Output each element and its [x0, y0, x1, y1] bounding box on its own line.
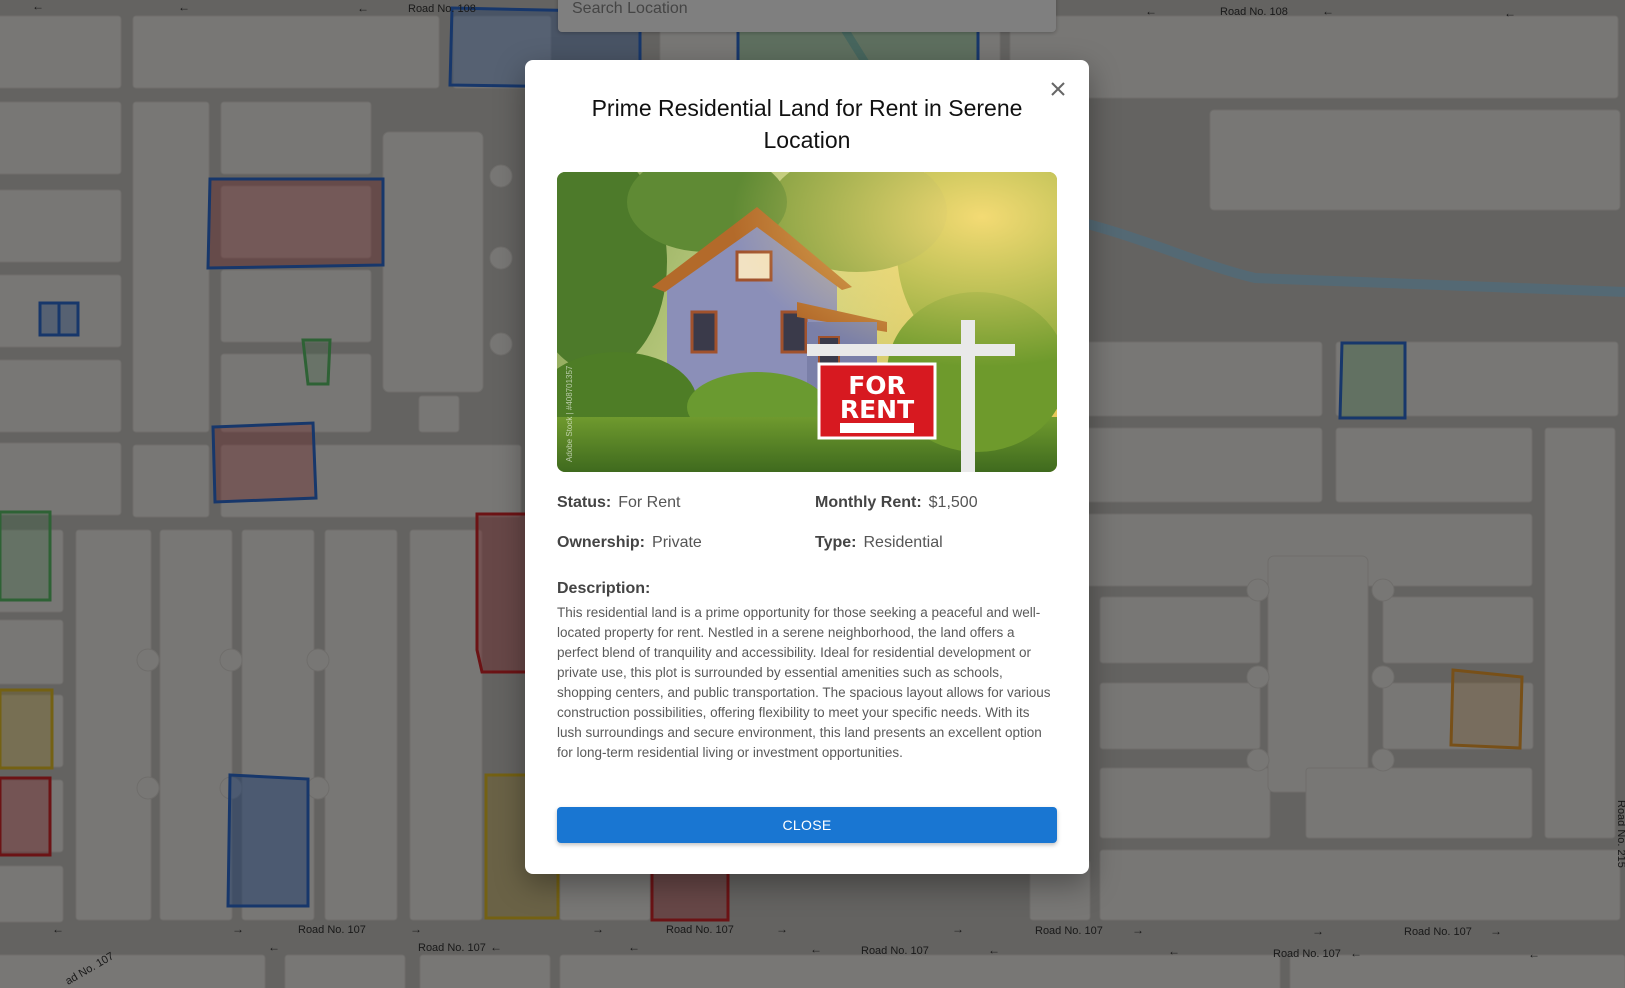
status-field: Status: For Rent [557, 494, 680, 512]
property-photo: FOR RENT Adobe Stock | #408701357 [557, 172, 1057, 472]
property-details-dialog: Prime Residential Land for Rent in Seren… [525, 60, 1089, 874]
type-value: Residential [863, 534, 943, 551]
ownership-label: Ownership: [557, 534, 646, 551]
dialog-title: Prime Residential Land for Rent in Seren… [591, 95, 1023, 153]
description-heading: Description: [557, 580, 651, 597]
monthly-rent-value: $1,500 [928, 494, 978, 511]
close-button[interactable]: CLOSE [557, 807, 1057, 843]
status-value: For Rent [618, 494, 681, 511]
sign-text-rent: RENT [840, 395, 914, 424]
monthly-rent-label: Monthly Rent: [815, 494, 922, 511]
status-label: Status: [557, 494, 612, 511]
ownership-field: Ownership: Private [557, 534, 702, 552]
monthly-rent-field: Monthly Rent: $1,500 [815, 494, 978, 512]
type-field: Type: Residential [815, 534, 943, 552]
ownership-value: Private [652, 534, 702, 551]
type-label: Type: [815, 534, 857, 551]
description-text: This residential land is a prime opportu… [557, 605, 1051, 760]
photo-watermark: Adobe Stock | #408701357 [565, 365, 574, 462]
